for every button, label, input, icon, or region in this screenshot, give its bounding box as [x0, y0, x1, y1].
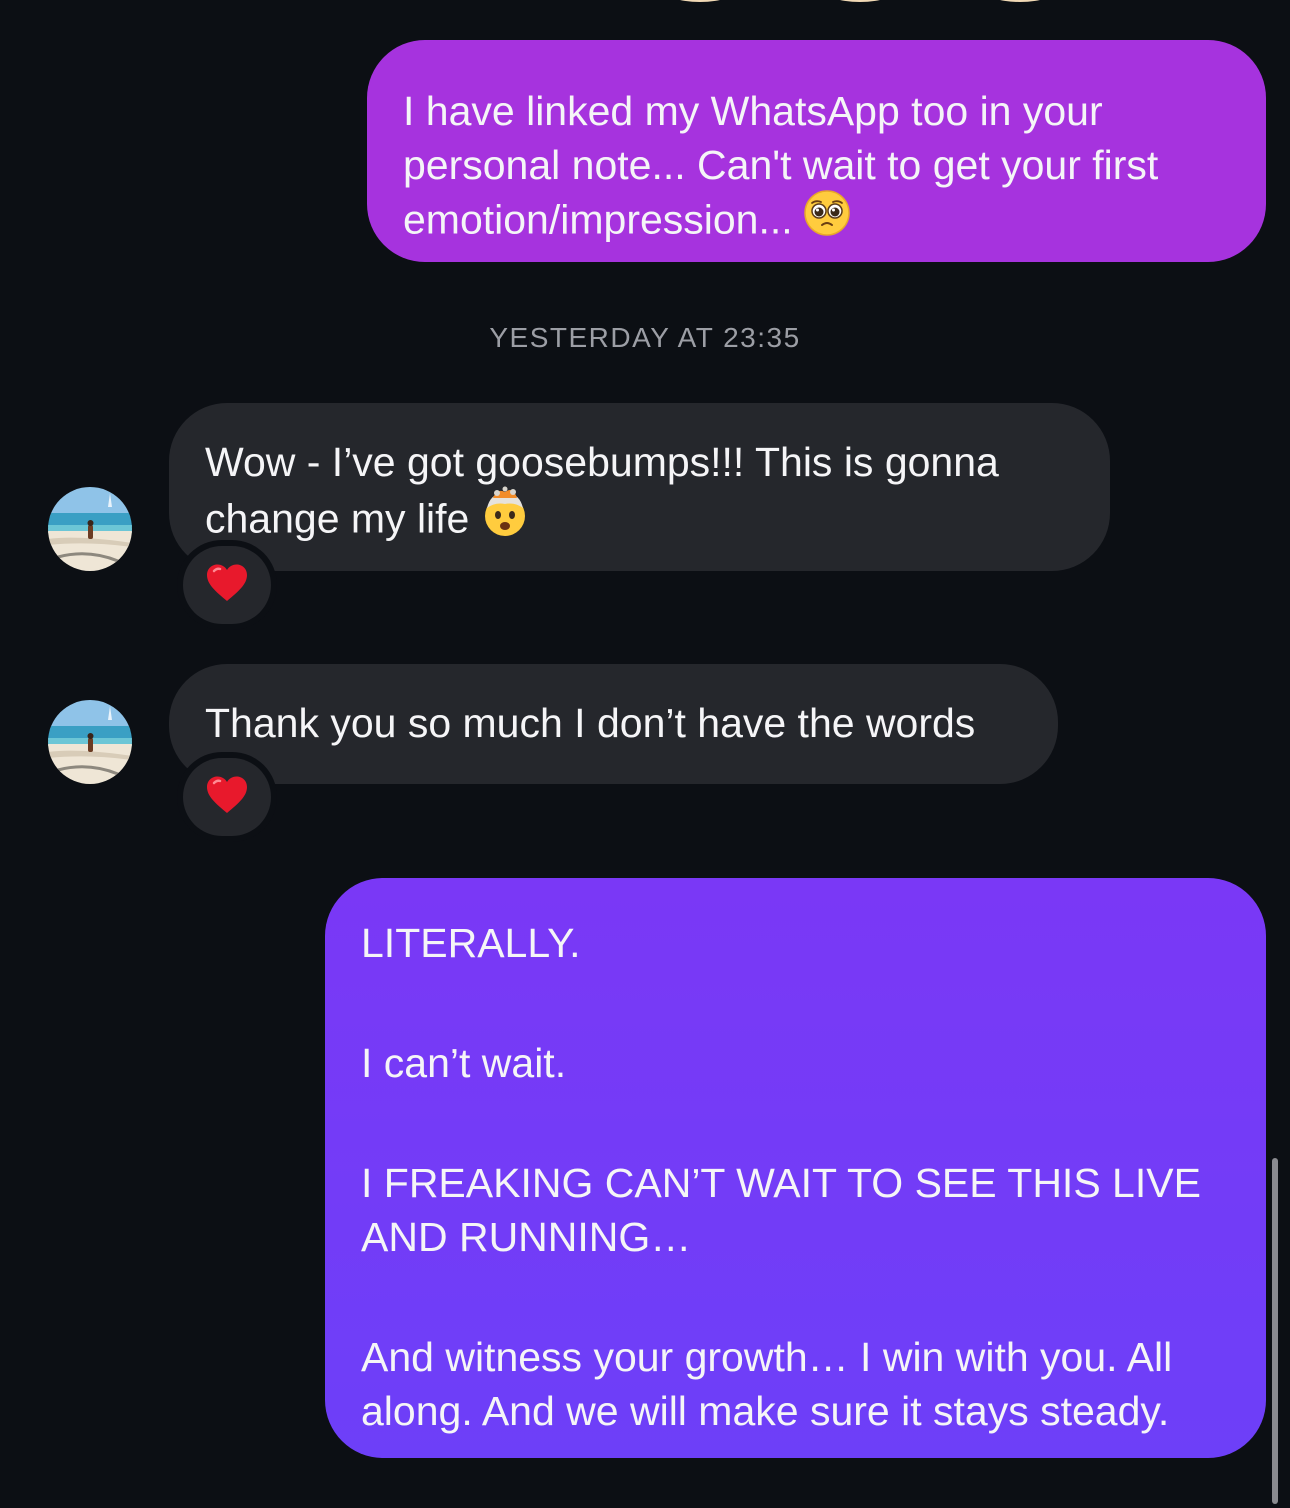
avatar[interactable]	[48, 700, 132, 784]
avatar[interactable]	[48, 487, 132, 571]
message-text: I have linked my WhatsApp too in your pe…	[403, 88, 1159, 243]
previous-message-reactions	[650, 0, 1070, 6]
incoming-message[interactable]: Thank you so much I don’t have the words	[169, 664, 1058, 784]
reaction-emoji-icon	[980, 0, 1060, 2]
message-text: Wow - I’ve got goosebumps!!! This is gon…	[205, 439, 999, 542]
outgoing-message[interactable]: I have linked my WhatsApp too in your pe…	[367, 40, 1266, 262]
heart-icon	[205, 563, 249, 608]
message-paragraph: I can’t wait.	[361, 1040, 567, 1086]
incoming-message[interactable]: Wow - I’ve got goosebumps!!! This is gon…	[169, 403, 1110, 571]
reaction-badge[interactable]	[183, 546, 271, 624]
message-text: Thank you so much I don’t have the words	[205, 700, 976, 746]
scrollbar[interactable]	[1272, 1158, 1278, 1504]
message-paragraph: And witness your growth… I win with you.…	[361, 1334, 1173, 1434]
heart-icon	[205, 775, 249, 820]
reaction-badge[interactable]	[183, 758, 271, 836]
message-paragraph: LITERALLY.	[361, 920, 581, 966]
timestamp-divider: YESTERDAY AT 23:35	[489, 322, 801, 353]
pleading-face-icon	[803, 189, 851, 250]
outgoing-message[interactable]: LITERALLY. I can’t wait. I FREAKING CAN’…	[325, 878, 1266, 1458]
message-paragraph: I FREAKING CAN’T WAIT TO SEE THIS LIVE A…	[361, 1160, 1201, 1260]
exploding-head-icon	[479, 486, 531, 551]
reaction-emoji-icon	[820, 0, 900, 2]
reaction-emoji-icon	[660, 0, 740, 2]
